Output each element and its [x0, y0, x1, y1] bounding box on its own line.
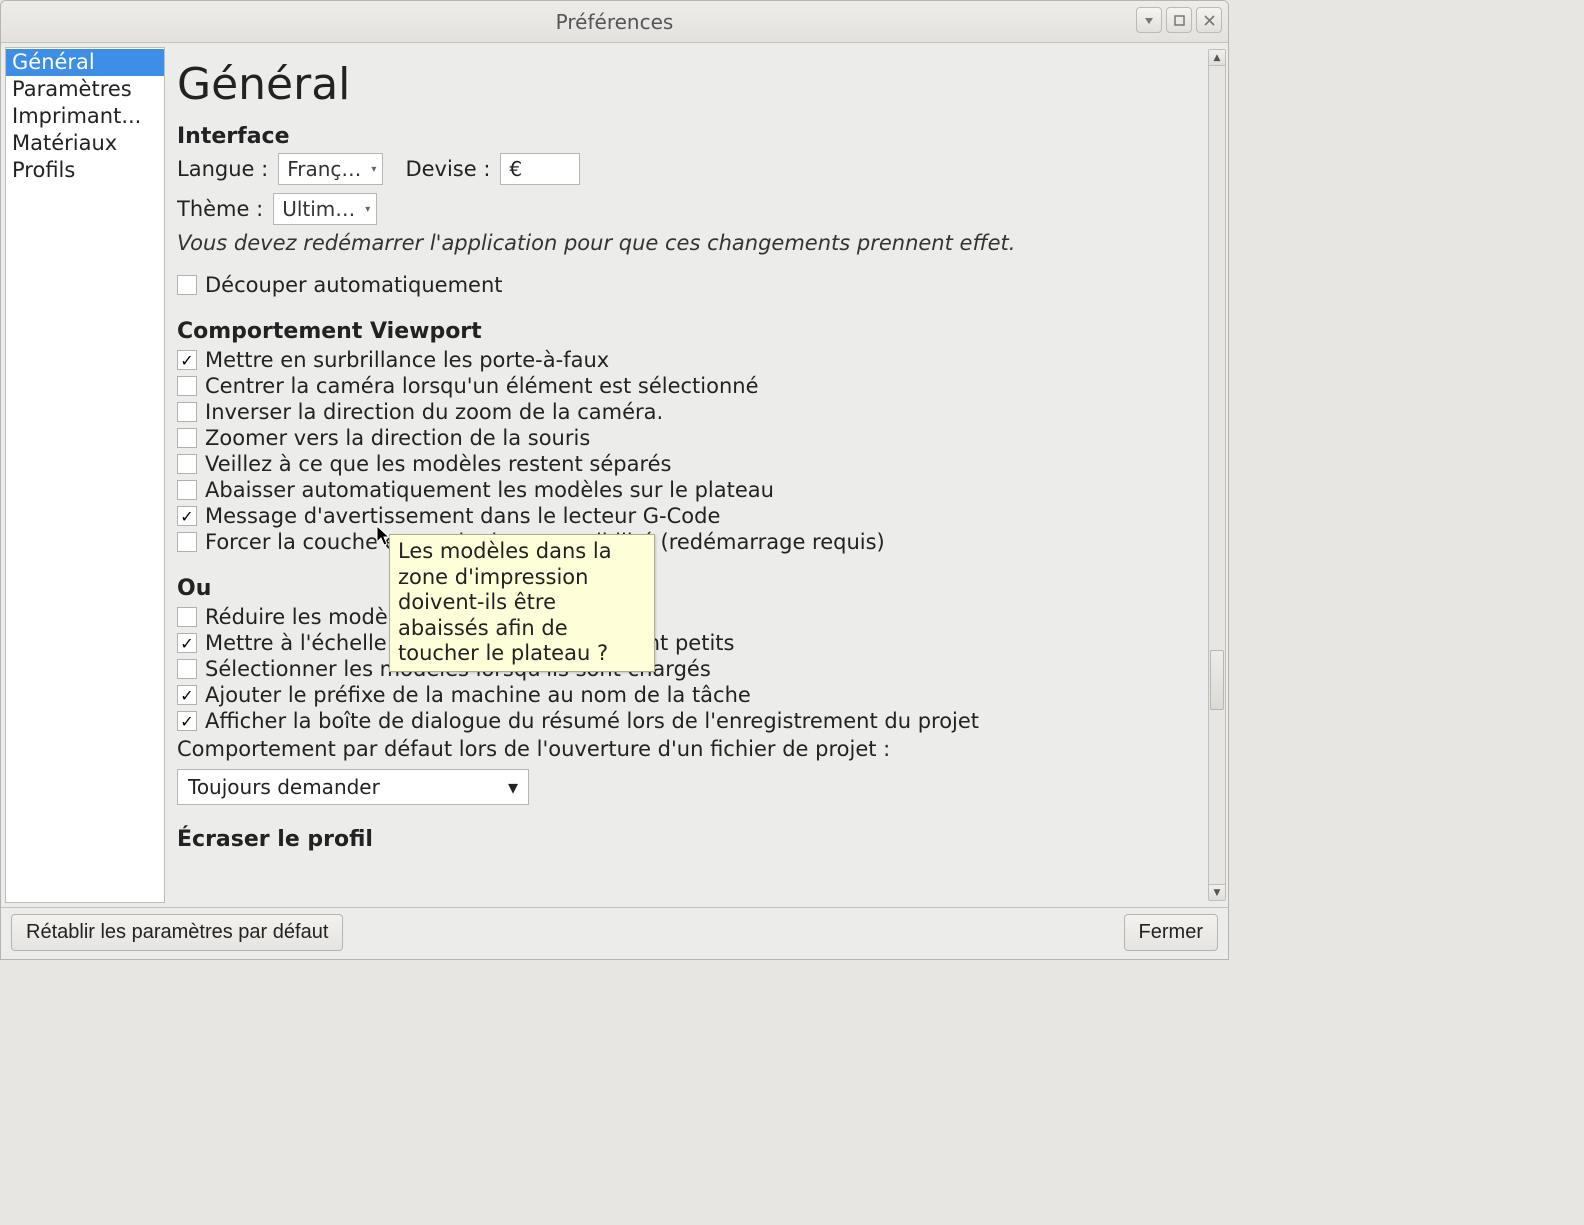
chevron-down-icon: ▾	[508, 775, 518, 799]
viewport-check-3[interactable]	[177, 428, 197, 448]
section-heading-viewport: Comportement Viewport	[177, 319, 1204, 344]
sidebar-item-label: Imprimant...	[12, 104, 141, 128]
content-wrap: Général Interface Langue : Franç… ▾ Devi…	[165, 43, 1228, 907]
auto-slice-label: Découper automatiquement	[205, 273, 503, 297]
section-heading-interface: Interface	[177, 124, 1204, 149]
section-heading-files: Ou fichiers	[177, 576, 1204, 601]
default-behavior-select[interactable]: Toujours demander ▾	[177, 769, 529, 805]
sidebar-item-printers[interactable]: Imprimant...	[6, 103, 164, 130]
dialog-body: Général Paramètres Imprimant... Matériau…	[1, 43, 1228, 907]
reset-defaults-label: Rétablir les paramètres par défaut	[26, 921, 328, 943]
close-dialog-button[interactable]: Fermer	[1124, 914, 1218, 951]
theme-label: Thème :	[177, 197, 263, 221]
viewport-label-5: Abaisser automatiquement les modèles sur…	[205, 478, 774, 502]
files-label-4: Afficher la boîte de dialogue du résumé …	[205, 709, 979, 733]
files-check-4[interactable]	[177, 711, 197, 731]
default-behavior-label: Comportement par défaut lors de l'ouvert…	[177, 737, 890, 761]
sidebar-item-label: Profils	[12, 158, 75, 182]
scrollbar-thumb[interactable]	[1210, 650, 1224, 710]
vertical-scrollbar[interactable]: ▲ ▼	[1208, 49, 1226, 901]
viewport-check-2[interactable]	[177, 402, 197, 422]
dialog-footer: Rétablir les paramètres par défaut Ferme…	[1, 907, 1228, 959]
sidebar-item-materials[interactable]: Matériaux	[6, 130, 164, 157]
theme-select[interactable]: Ultim… ▾	[273, 193, 377, 225]
language-label: Langue :	[177, 157, 268, 181]
viewport-label-3: Zoomer vers la direction de la souris	[205, 426, 590, 450]
files-check-2[interactable]	[177, 659, 197, 679]
viewport-label-6: Message d'avertissement dans le lecteur …	[205, 504, 720, 528]
theme-select-value: Ultim…	[282, 197, 355, 221]
sidebar-item-label: Général	[12, 50, 95, 74]
close-dialog-label: Fermer	[1139, 921, 1203, 943]
files-check-1[interactable]	[177, 633, 197, 653]
files-check-3[interactable]	[177, 685, 197, 705]
scroll-up-icon[interactable]: ▲	[1209, 50, 1225, 66]
sidebar-item-label: Paramètres	[12, 77, 132, 101]
scroll-down-icon[interactable]: ▼	[1209, 884, 1225, 900]
titlebar: Préférences	[1, 1, 1228, 43]
close-button[interactable]	[1196, 7, 1222, 33]
viewport-check-7[interactable]	[177, 532, 197, 552]
sidebar: Général Paramètres Imprimant... Matériau…	[5, 47, 165, 903]
currency-value: €	[509, 157, 522, 181]
currency-input[interactable]: €	[500, 153, 580, 185]
viewport-check-0[interactable]	[177, 350, 197, 370]
tooltip: Les modèles dans la zone d'impression do…	[389, 534, 655, 672]
sidebar-item-settings[interactable]: Paramètres	[6, 76, 164, 103]
currency-label: Devise :	[405, 157, 490, 181]
viewport-label-4: Veillez à ce que les modèles restent sép…	[205, 452, 672, 476]
files-check-0[interactable]	[177, 607, 197, 627]
section-heading-profile: Écraser le profil	[177, 827, 1204, 852]
default-behavior-value: Toujours demander	[188, 775, 380, 799]
language-select[interactable]: Franç… ▾	[278, 153, 383, 185]
window-title: Préférences	[556, 10, 674, 34]
viewport-check-6[interactable]	[177, 506, 197, 526]
page-title: Général	[177, 59, 1204, 110]
viewport-label-1: Centrer la caméra lorsqu'un élément est …	[205, 374, 759, 398]
content-panel: Général Interface Langue : Franç… ▾ Devi…	[177, 49, 1204, 901]
auto-slice-checkbox[interactable]	[177, 275, 197, 295]
window-controls	[1136, 7, 1222, 33]
viewport-label-2: Inverser la direction du zoom de la camé…	[205, 400, 663, 424]
reset-defaults-button[interactable]: Rétablir les paramètres par défaut	[11, 914, 343, 951]
preferences-window: Préférences Général Paramètres Imprimant…	[0, 0, 1229, 960]
minimize-button[interactable]	[1136, 7, 1162, 33]
chevron-down-icon: ▾	[365, 204, 370, 215]
chevron-down-icon: ▾	[371, 164, 376, 175]
language-select-value: Franç…	[287, 157, 361, 181]
files-label-3: Ajouter le préfixe de la machine au nom …	[205, 683, 751, 707]
sidebar-item-profiles[interactable]: Profils	[6, 157, 164, 184]
sidebar-item-label: Matériaux	[12, 131, 117, 155]
viewport-check-4[interactable]	[177, 454, 197, 474]
sidebar-item-general[interactable]: Général	[6, 49, 164, 76]
restart-note: Vous devez redémarrer l'application pour…	[177, 231, 1204, 255]
viewport-check-5[interactable]	[177, 480, 197, 500]
viewport-check-1[interactable]	[177, 376, 197, 396]
viewport-label-0: Mettre en surbrillance les porte-à-faux	[205, 348, 609, 372]
maximize-button[interactable]	[1166, 7, 1192, 33]
